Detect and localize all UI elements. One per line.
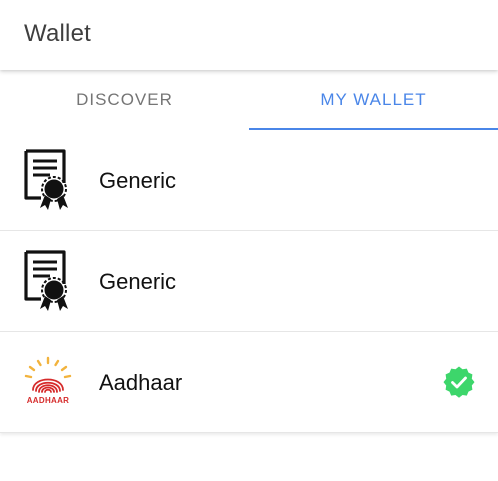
tab-discover[interactable]: DISCOVER — [0, 70, 249, 130]
tab-discover-label: DISCOVER — [76, 90, 173, 109]
list-item[interactable]: AADHAAR Aadhaar — [0, 332, 498, 433]
card-label: Aadhaar — [99, 370, 183, 395]
list-item[interactable]: Generic — [0, 130, 498, 231]
card-label: Generic — [99, 269, 177, 294]
wallet-card-list: Generic Generic AADHAAR Aadhaar — [0, 130, 498, 433]
tab-my-wallet-label: MY WALLET — [320, 90, 427, 109]
certificate-icon — [20, 148, 76, 212]
verified-check-icon — [443, 366, 475, 403]
page-title: Wallet — [24, 20, 91, 47]
list-item[interactable]: Generic — [0, 231, 498, 332]
certificate-icon — [20, 249, 76, 313]
tab-bar: DISCOVER MY WALLET — [0, 70, 498, 130]
wallet-screen: Wallet DISCOVER MY WALLET Generic Generi… — [0, 0, 498, 481]
tab-my-wallet[interactable]: MY WALLET — [249, 70, 498, 130]
card-label: Generic — [99, 168, 177, 193]
app-bar: Wallet — [0, 0, 498, 70]
aadhaar-logo-text: AADHAAR — [27, 396, 70, 405]
aadhaar-logo: AADHAAR — [20, 350, 76, 414]
